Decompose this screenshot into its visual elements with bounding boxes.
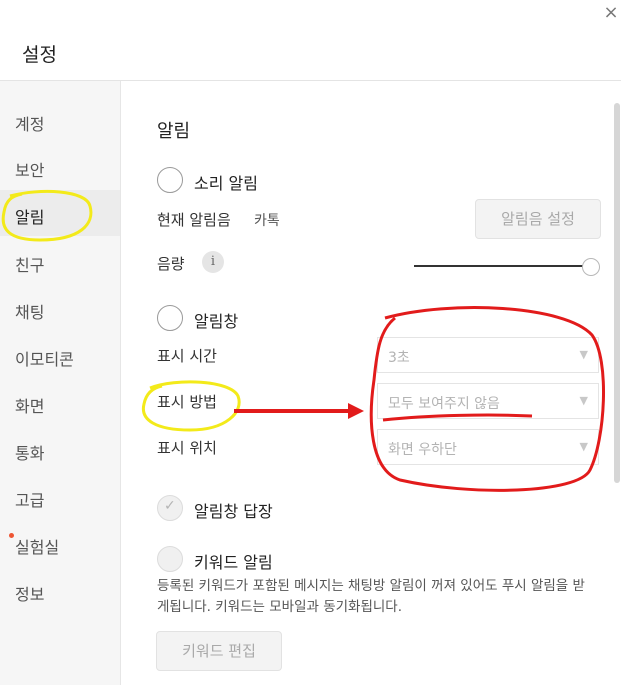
sidebar: 계정 보안 알림 친구 채팅 이모티콘 화면 통화 고급 실험실 정보 xyxy=(0,81,121,685)
sidebar-item-emoticons[interactable]: 이모티콘 xyxy=(0,332,120,378)
sidebar-item-label: 실험실 xyxy=(15,538,60,557)
sidebar-item-label: 채팅 xyxy=(15,303,45,322)
sidebar-item-security[interactable]: 보안 xyxy=(0,143,120,189)
settings-title: 설정 xyxy=(22,44,57,66)
sidebar-item-labs[interactable]: 실험실 xyxy=(0,520,120,566)
sidebar-item-label: 알림 xyxy=(15,208,45,227)
keyword-alert-description: 등록된 키워드가 포함된 메시지는 채팅방 알림이 꺼져 있어도 푸시 알림을 … xyxy=(157,578,585,615)
section-heading: 알림 xyxy=(157,121,191,142)
display-time-label: 표시 시간 xyxy=(157,347,217,365)
current-sound-value: 카톡 xyxy=(254,213,280,229)
close-icon[interactable]: × xyxy=(600,2,621,24)
sidebar-item-friends[interactable]: 친구 xyxy=(0,238,120,284)
sidebar-item-label: 보안 xyxy=(15,161,45,180)
sidebar-item-display[interactable]: 화면 xyxy=(0,379,120,425)
sidebar-item-calls[interactable]: 통화 xyxy=(0,426,120,472)
chevron-down-icon: ▼ xyxy=(579,394,588,407)
display-position-value: 화면 우하단 xyxy=(388,442,457,458)
display-time-value: 3초 xyxy=(388,350,410,366)
sidebar-item-label: 화면 xyxy=(15,397,45,416)
volume-slider-track[interactable] xyxy=(414,265,594,267)
sidebar-item-label: 정보 xyxy=(15,585,45,604)
display-method-select[interactable]: 모두 보여주지 않음 ▼ xyxy=(377,383,599,419)
sound-setting-button[interactable]: 알림음 설정 xyxy=(475,199,601,239)
display-position-select[interactable]: 화면 우하단 ▼ xyxy=(377,429,599,465)
sidebar-item-account[interactable]: 계정 xyxy=(0,97,120,143)
display-time-select[interactable]: 3초 ▼ xyxy=(377,337,599,373)
info-icon[interactable]: i xyxy=(202,251,224,273)
keyword-alert-label: 키워드 알림 xyxy=(194,553,273,572)
volume-label: 음량 xyxy=(157,255,185,273)
display-position-label: 표시 위치 xyxy=(157,439,217,457)
check-icon: ✓ xyxy=(164,498,176,514)
scrollbar-thumb[interactable] xyxy=(614,103,620,483)
popup-reply-checkbox[interactable]: ✓ xyxy=(157,495,183,521)
notification-settings-panel: 알림 소리 알림 현재 알림음 카톡 알림음 설정 음량 i 알림창 표시 시간… xyxy=(121,81,621,685)
display-method-value: 모두 보여주지 않음 xyxy=(388,396,500,412)
chevron-down-icon: ▼ xyxy=(579,440,588,453)
sidebar-item-label: 고급 xyxy=(15,491,45,510)
popup-alert-radio[interactable] xyxy=(157,305,183,331)
popup-reply-label: 알림창 답장 xyxy=(194,502,273,521)
sidebar-item-chat[interactable]: 채팅 xyxy=(0,285,120,331)
current-sound-label: 현재 알림음 xyxy=(157,211,231,229)
sidebar-item-label: 통화 xyxy=(15,444,45,463)
chevron-down-icon: ▼ xyxy=(579,348,588,361)
sidebar-item-label: 친구 xyxy=(15,256,45,275)
display-method-label: 표시 방법 xyxy=(157,393,217,411)
sound-alert-radio[interactable] xyxy=(157,167,183,193)
sidebar-item-info[interactable]: 정보 xyxy=(0,567,120,613)
sidebar-item-label: 계정 xyxy=(15,115,45,134)
volume-slider-knob[interactable] xyxy=(582,258,600,276)
popup-alert-label: 알림창 xyxy=(194,312,239,331)
sidebar-item-label: 이모티콘 xyxy=(15,350,74,369)
new-badge-dot xyxy=(9,533,14,538)
sidebar-item-advanced[interactable]: 고급 xyxy=(0,473,120,519)
keyword-edit-button[interactable]: 키워드 편집 xyxy=(156,631,282,671)
keyword-alert-radio[interactable] xyxy=(157,546,183,572)
sidebar-item-notifications[interactable]: 알림 xyxy=(0,190,120,236)
sound-alert-label: 소리 알림 xyxy=(194,174,258,193)
